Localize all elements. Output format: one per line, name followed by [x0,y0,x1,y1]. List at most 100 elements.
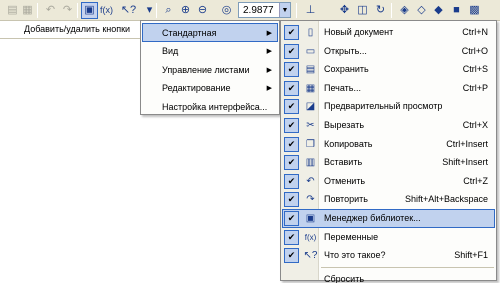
checkmark-icon: ✔ [284,229,299,245]
checkmark-icon: ✔ [284,155,299,171]
zoom-window-icon[interactable]: ◫ [354,2,371,19]
menu-item-shortcut: Ctrl+P [462,82,488,93]
toolbar-button-menu-item[interactable]: ✔ f(x) Переменные [282,228,495,247]
checkmark-icon: ✔ [284,173,299,189]
toolbars-menu-item[interactable]: Настройка интерфейса... [142,97,278,116]
toolbar-separator [296,3,297,18]
library-manager-icon[interactable]: ▣ [81,2,98,19]
submenu-arrow-icon: ▶ [266,29,272,37]
menu-item-shortcut: Ctrl+O [461,45,488,56]
checkmark-icon: ✔ [284,43,299,59]
view-wire-icon[interactable]: ◇ [413,2,430,19]
menu-item-shortcut: Ctrl+N [462,27,488,37]
printer-icon: ▦ [305,82,316,94]
submenu-arrow-icon: ▶ [266,85,272,92]
menu-separator [321,266,494,268]
redo-icon[interactable]: ↷ [59,2,76,19]
print-preview-icon: ◪ [305,101,316,113]
menu-item-label: Повторить [324,194,368,205]
view-iso-icon[interactable]: ◈ [396,2,413,19]
zoom-fit-icon[interactable]: ⌕ [160,2,177,19]
checkmark-icon: ✔ [284,118,299,133]
submenu-arrow-icon: ▶ [266,66,272,74]
toolbars-menu-item[interactable]: Редактирование ▶ [142,79,278,98]
menu-item-label: Предварительный просмотр [324,101,443,112]
scissors-icon: ✂ [306,120,315,131]
toolbars-submenu: Стандартная ▶ Вид ▶ Управление листами ▶ Редак… [140,20,280,115]
submenu-arrow-icon: ▶ [266,48,272,55]
print-icon[interactable]: ▦ [19,2,36,19]
toolbar-button-menu-item[interactable]: ✔ ▥ Вставить Shift+Insert [282,153,495,172]
menu-item-shortcut: Shift+Insert [442,157,488,168]
toolbar-button-menu-item[interactable]: ✔ ↶ Отменить Ctrl+Z [282,172,495,191]
customize-toolbar-row: Добавить/удалить кнопки [0,21,140,39]
view-shaded-icon[interactable]: ■ [448,2,465,19]
menu-item-label: Менеджер библиотек... [324,213,421,223]
menu-item-label: Редактирование [162,83,231,93]
menu-item-label: Переменные [324,231,379,242]
toolbar-button-menu-item[interactable]: ✔ ❐ Копировать Ctrl+Insert [282,135,495,154]
menu-item-label: Открыть... [324,45,367,56]
toolbars-menu-item[interactable]: Стандартная ▶ [142,23,278,42]
menu-item-label: Новый документ [324,27,394,37]
view-hidden-icon[interactable]: ◆ [430,2,447,19]
toolbar-button-menu-item[interactable]: ✔ ↷ Повторить Shift+Alt+Backspace [282,190,495,209]
add-remove-buttons-label[interactable]: Добавить/удалить кнопки [24,24,130,34]
toolbar-separator [391,3,392,18]
checkmark-icon: ✔ [284,136,299,152]
menu-item-label: Сохранить [324,64,369,75]
zoom-value: 2.9877 [243,4,274,16]
menu-item-label: Копировать [324,138,373,149]
menu-item-shortcut: Ctrl+Insert [446,138,488,149]
copy-icon: ❐ [306,138,315,150]
menu-item-shortcut: Ctrl+X [462,120,488,130]
toolbar-button-menu-item[interactable]: Сбросить [282,270,495,283]
redo-icon: ↷ [306,194,315,206]
pan-icon[interactable]: ✥ [336,2,353,19]
toolbar-button-menu-item[interactable]: ✔ ✂ Вырезать Ctrl+X [282,116,495,135]
zoom-combobox[interactable]: 2.9877 ▼ [238,2,291,18]
undo-icon: ↶ [306,175,315,187]
menu-item-label: Что это такое? [324,250,386,261]
menu-item-label: Стандартная [162,27,217,38]
toolbar-button-menu-item[interactable]: ✔ ▦ Печать... Ctrl+P [282,79,495,98]
zoom-in-icon[interactable]: ⊕ [177,2,194,19]
axis-icon[interactable]: ⊥ [302,2,319,19]
view-shaded-edges-icon[interactable]: ▩ [466,2,483,19]
chevron-down-icon[interactable]: ▼ [279,3,290,17]
rotate-icon[interactable]: ↻ [372,2,389,19]
zoom-out-icon[interactable]: ⊖ [194,2,211,19]
toolbar-button-menu-item[interactable]: ✔ ▣ Менеджер библиотек... [282,209,495,228]
toolbar-button-menu-item[interactable]: ✔ ◪ Предварительный просмотр [282,97,495,116]
menu-item-shortcut: Shift+Alt+Backspace [404,194,488,205]
menu-item-label: Вид [162,46,179,56]
toolbar-separator [37,3,38,18]
menu-item-label: Управление листами [162,64,250,75]
variables-icon[interactable]: f(x) [98,2,115,19]
undo-icon[interactable]: ↶ [42,2,59,19]
menu-item-shortcut: Ctrl+Z [463,175,488,186]
checkmark-icon: ✔ [284,62,299,78]
variables-icon: f(x) [304,232,317,242]
checkmark-icon: ✔ [284,211,299,226]
zoom-scale-icon[interactable]: ◎ [218,2,235,19]
standard-toolbar-buttons-menu: ✔ ▯ Новый документ Ctrl+N ✔ ▭ Открыть... Ctrl+O… [280,20,497,283]
whats-this-icon[interactable]: ↖? [120,2,137,19]
open-folder-icon: ▭ [305,45,316,57]
menu-item-label: Печать... [324,82,361,93]
menu-item-shortcut: Ctrl+S [462,64,488,75]
library-manager-icon: ▣ [305,213,316,224]
checkmark-icon: ✔ [284,248,299,264]
checkmark-icon: ✔ [284,99,299,115]
toolbar-button-menu-item[interactable]: ✔ ▤ Сохранить Ctrl+S [282,60,495,79]
toolbars-menu-item[interactable]: Управление листами ▶ [142,60,278,79]
toolbar-button-menu-item[interactable]: ✔ ↖? Что это такое? Shift+F1 [282,246,495,265]
menu-item-label: Отменить [324,175,366,186]
checkmark-icon: ✔ [284,192,299,208]
toolbar-button-menu-item[interactable]: ✔ ▭ Открыть... Ctrl+O [282,42,495,61]
menu-item-label: Вырезать [324,120,365,130]
toolbar-button-menu-item[interactable]: ✔ ▯ Новый документ Ctrl+N [282,23,495,42]
menu-item-label: Настройка интерфейса... [162,101,268,112]
toolbars-menu-item[interactable]: Вид ▶ [142,42,278,61]
new-document-icon: ▯ [307,27,314,38]
